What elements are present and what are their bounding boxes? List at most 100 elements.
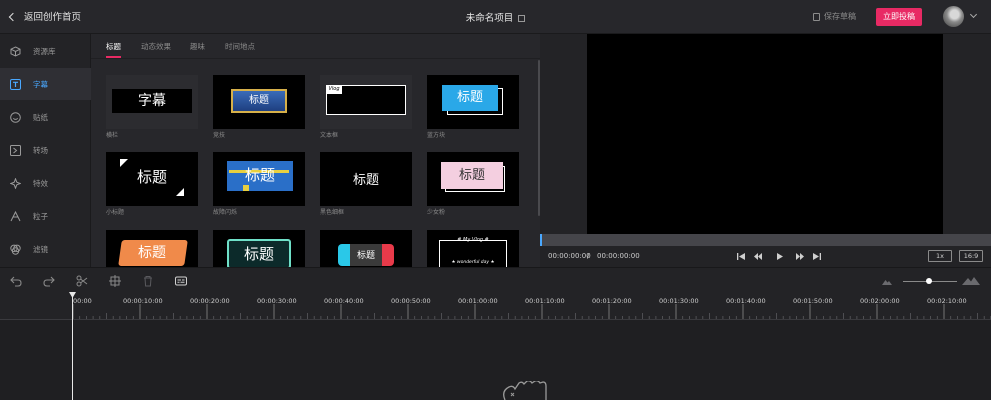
ruler-tick-label: 00:00:40:00 [324, 297, 364, 305]
sidebar-item-label: 贴纸 [33, 112, 48, 122]
sidebar-item-label: 特效 [33, 178, 48, 188]
template-name: 小标题 [106, 209, 125, 216]
project-title[interactable]: 未命名项目 [466, 13, 514, 24]
sidebar-item-label: 转场 [33, 145, 48, 155]
export-button[interactable]: 立即投稿 [876, 8, 922, 26]
ruler-tick-label: 00:01:00:00 [458, 297, 498, 305]
split-scissors-icon[interactable] [76, 275, 88, 287]
subtitle-material-panel: 标题 动态效果 趣味 时间地点 字幕 横栏 标题 竞技 Vlog 文本框 标题 [91, 34, 540, 267]
skip-end-icon[interactable] [813, 253, 821, 260]
template-tile-neon[interactable]: 标题 [213, 230, 305, 267]
step-back-icon[interactable] [754, 253, 762, 260]
template-text: 标题 [138, 245, 166, 261]
text-t-icon [10, 78, 21, 90]
tab-title[interactable]: 标题 [106, 41, 121, 58]
template-text: 标题 [231, 89, 287, 113]
subtitle-tool-icon[interactable] [175, 275, 187, 287]
template-text: Vlog [326, 85, 342, 94]
ruler-tick-label: 00:02:00:00 [860, 297, 900, 305]
ruler-tick-label: 00:01:30:00 [659, 297, 699, 305]
template-tile-game[interactable]: 标题 [213, 75, 305, 129]
sidebar-item-label: 滤镜 [33, 244, 48, 254]
template-name: 竞技 [213, 132, 226, 139]
time-separator: / [587, 252, 590, 260]
crop-icon[interactable] [109, 275, 121, 287]
template-name: 故障闪烁 [213, 209, 238, 216]
drag-hand-icon [503, 381, 547, 400]
sidebar-item-library[interactable]: 资源库 [0, 35, 91, 67]
sidebar-item-particle[interactable]: 粒子 [0, 200, 91, 232]
file-icon [813, 12, 820, 21]
joycon-right [382, 244, 394, 266]
sidebar-item-label: 粒子 [33, 211, 48, 221]
template-tile-pink[interactable]: 标题 [427, 152, 519, 206]
step-forward-icon[interactable] [796, 253, 804, 260]
filter-icon [10, 244, 21, 255]
template-name: 蓝方块 [427, 132, 446, 139]
ruler-tick-label: 00:02:10:00 [927, 297, 967, 305]
playhead[interactable] [72, 292, 73, 400]
video-editor: 返回创作首页 未命名项目 保存草稿 立即投稿 资源库 字幕 贴纸 转场 特效 粒… [0, 0, 991, 400]
ruler-tick-label: 00:01:10:00 [525, 297, 565, 305]
preview-progress-bar[interactable] [540, 234, 991, 246]
template-tile-brush[interactable]: 标题 [106, 230, 198, 267]
zoom-out-mountain-icon[interactable] [882, 278, 892, 285]
sidebar-item-effect[interactable]: 特效 [0, 167, 91, 199]
template-tile-glitch[interactable]: 标题 [213, 152, 305, 206]
zoom-slider-handle[interactable] [926, 278, 932, 284]
template-tile-switch[interactable]: 标题 [320, 230, 412, 267]
timeline-ruler[interactable]: 00:00 00:00:10:00 00:00:20:00 00:00:30:00 00… [0, 294, 991, 320]
timeline-tracks[interactable] [0, 320, 991, 400]
timeline-zoom [882, 277, 982, 287]
sidebar-item-sticker[interactable]: 贴纸 [0, 101, 91, 133]
template-text: 标题 [356, 251, 375, 261]
sidebar-item-transition[interactable]: 转场 [0, 134, 91, 166]
tab-time-location[interactable]: 时间地点 [225, 41, 255, 52]
template-text: # My Vlog # [457, 237, 489, 243]
chevron-down-icon[interactable] [969, 10, 978, 19]
edit-icon[interactable] [518, 15, 526, 22]
delete-icon[interactable] [142, 275, 154, 287]
video-canvas[interactable] [587, 34, 943, 234]
template-text: 字幕 [112, 89, 192, 113]
template-name: 少女粉 [427, 209, 446, 216]
template-tile-bar[interactable]: 字幕 [106, 75, 198, 129]
template-text: 标题 [352, 173, 379, 188]
skip-start-icon[interactable] [737, 253, 745, 260]
back-to-home-button[interactable]: 返回创作首页 [8, 9, 81, 23]
save-draft-button[interactable]: 保存草稿 [813, 11, 856, 22]
sidebar-item-subtitle[interactable]: 字幕 [0, 68, 91, 100]
template-tile-plain[interactable]: 标题 [320, 152, 412, 206]
template-tile-textbox[interactable]: Vlog [320, 75, 412, 129]
aspect-ratio-selector[interactable]: 16:9 [959, 250, 983, 262]
zoom-in-mountain-icon[interactable] [962, 276, 980, 285]
preview-panel: 00:00:00:00 / 00:00:00:00 1x 16:9 [540, 34, 991, 267]
template-name: 黑色细框 [320, 209, 345, 216]
joycon-left [338, 244, 350, 266]
template-text: 标题 [136, 168, 167, 186]
category-tabs: 标题 动态效果 趣味 时间地点 [91, 34, 540, 59]
tab-dynamic-effect[interactable]: 动态效果 [141, 41, 171, 52]
top-bar: 返回创作首页 未命名项目 保存草稿 立即投稿 [0, 0, 991, 34]
glitch-dot [243, 185, 249, 191]
speed-selector[interactable]: 1x [928, 250, 952, 262]
template-name: 文本框 [320, 132, 339, 139]
avatar[interactable] [943, 6, 964, 27]
tab-fun[interactable]: 趣味 [190, 41, 205, 52]
template-name: 横栏 [106, 132, 119, 139]
title-template-grid: 字幕 横栏 标题 竞技 Vlog 文本框 标题 蓝方块 标题 小标题 标题 故障… [106, 75, 526, 267]
template-text: 标题 [442, 85, 498, 111]
template-text: 标题 [244, 166, 275, 184]
undo-icon[interactable] [10, 275, 22, 287]
play-icon[interactable] [776, 253, 784, 260]
template-subtext: ★ wonderful day ★ [451, 260, 495, 265]
ruler-tick-label: 00:01:20:00 [592, 297, 632, 305]
save-draft-label: 保存草稿 [824, 12, 856, 21]
timeline-toolbar [0, 267, 991, 294]
template-tile-corner[interactable]: 标题 [106, 152, 198, 206]
corner-mark [176, 188, 184, 196]
template-tile-vlog[interactable]: # My Vlog # ★ wonderful day ★ [427, 230, 519, 267]
sidebar-item-filter[interactable]: 滤镜 [0, 233, 91, 265]
redo-icon[interactable] [43, 275, 55, 287]
template-tile-bluebox[interactable]: 标题 [427, 75, 519, 129]
